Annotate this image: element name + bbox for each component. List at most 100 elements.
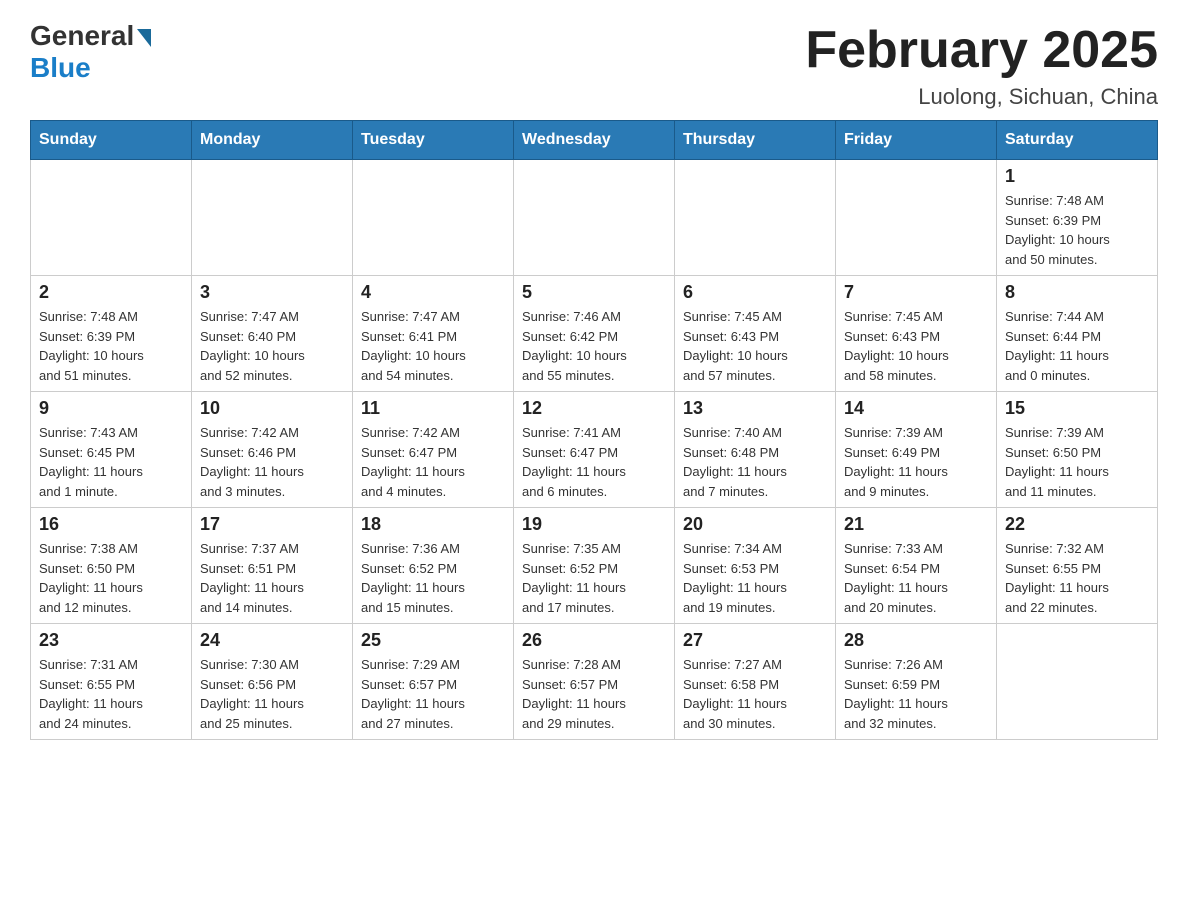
calendar-cell: 13 Sunrise: 7:40 AM Sunset: 6:48 PM Dayli… [675,392,836,508]
calendar-table: Sunday Monday Tuesday Wednesday Thursday… [30,120,1158,740]
header-wednesday: Wednesday [514,121,675,160]
day-info: Sunrise: 7:47 AM Sunset: 6:41 PM Dayligh… [361,307,505,385]
calendar-cell [836,160,997,276]
day-info: Sunrise: 7:34 AM Sunset: 6:53 PM Dayligh… [683,539,827,617]
day-number: 2 [39,282,183,303]
calendar-cell: 19 Sunrise: 7:35 AM Sunset: 6:52 PM Dayli… [514,508,675,624]
calendar-cell: 16 Sunrise: 7:38 AM Sunset: 6:50 PM Dayli… [31,508,192,624]
calendar-cell: 5 Sunrise: 7:46 AM Sunset: 6:42 PM Daylig… [514,276,675,392]
calendar-cell: 23Sunrise: 7:31 AM Sunset: 6:55 PM Dayli… [31,624,192,740]
calendar-cell [675,160,836,276]
day-info: Sunrise: 7:33 AM Sunset: 6:54 PM Dayligh… [844,539,988,617]
day-info: Sunrise: 7:48 AM Sunset: 6:39 PM Dayligh… [39,307,183,385]
calendar-cell: 2 Sunrise: 7:48 AM Sunset: 6:39 PM Daylig… [31,276,192,392]
calendar-week-5: 23Sunrise: 7:31 AM Sunset: 6:55 PM Dayli… [31,624,1158,740]
day-number: 9 [39,398,183,419]
day-headers-row: Sunday Monday Tuesday Wednesday Thursday… [31,121,1158,160]
day-number: 25 [361,630,505,651]
logo-top: General [30,20,151,52]
header-monday: Monday [192,121,353,160]
header-tuesday: Tuesday [353,121,514,160]
day-number: 22 [1005,514,1149,535]
calendar-cell: 1Sunrise: 7:48 AM Sunset: 6:39 PM Daylig… [997,160,1158,276]
calendar-week-1: 1Sunrise: 7:48 AM Sunset: 6:39 PM Daylig… [31,160,1158,276]
day-number: 18 [361,514,505,535]
header-sunday: Sunday [31,121,192,160]
logo-arrow-icon [137,29,151,47]
calendar-week-4: 16 Sunrise: 7:38 AM Sunset: 6:50 PM Dayli… [31,508,1158,624]
day-number: 11 [361,398,505,419]
day-info: Sunrise: 7:36 AM Sunset: 6:52 PM Dayligh… [361,539,505,617]
day-info: Sunrise: 7:32 AM Sunset: 6:55 PM Dayligh… [1005,539,1149,617]
calendar-cell: 26Sunrise: 7:28 AM Sunset: 6:57 PM Dayli… [514,624,675,740]
calendar-title: February 2025 [805,20,1158,80]
day-info: Sunrise: 7:42 AM Sunset: 6:46 PM Dayligh… [200,423,344,501]
calendar-cell: 22 Sunrise: 7:32 AM Sunset: 6:55 PM Dayli… [997,508,1158,624]
day-info: Sunrise: 7:39 AM Sunset: 6:50 PM Dayligh… [1005,423,1149,501]
day-info: Sunrise: 7:40 AM Sunset: 6:48 PM Dayligh… [683,423,827,501]
day-info: Sunrise: 7:45 AM Sunset: 6:43 PM Dayligh… [683,307,827,385]
day-info: Sunrise: 7:46 AM Sunset: 6:42 PM Dayligh… [522,307,666,385]
calendar-cell: 11 Sunrise: 7:42 AM Sunset: 6:47 PM Dayli… [353,392,514,508]
day-number: 3 [200,282,344,303]
day-number: 1 [1005,166,1149,187]
day-number: 17 [200,514,344,535]
logo: General Blue [30,20,151,84]
day-info: Sunrise: 7:43 AM Sunset: 6:45 PM Dayligh… [39,423,183,501]
calendar-cell: 28 Sunrise: 7:26 AM Sunset: 6:59 PM Dayli… [836,624,997,740]
day-number: 19 [522,514,666,535]
day-info: Sunrise: 7:39 AM Sunset: 6:49 PM Dayligh… [844,423,988,501]
day-number: 24 [200,630,344,651]
day-number: 13 [683,398,827,419]
day-info: Sunrise: 7:37 AM Sunset: 6:51 PM Dayligh… [200,539,344,617]
day-info: Sunrise: 7:45 AM Sunset: 6:43 PM Dayligh… [844,307,988,385]
calendar-header: Sunday Monday Tuesday Wednesday Thursday… [31,121,1158,160]
calendar-subtitle: Luolong, Sichuan, China [805,84,1158,110]
day-info: Sunrise: 7:30 AM Sunset: 6:56 PM Dayligh… [200,655,344,733]
logo-general-text: General [30,20,134,52]
day-number: 23 [39,630,183,651]
title-block: February 2025 Luolong, Sichuan, China [805,20,1158,110]
calendar-cell: 27Sunrise: 7:27 AM Sunset: 6:58 PM Dayli… [675,624,836,740]
calendar-week-2: 2 Sunrise: 7:48 AM Sunset: 6:39 PM Daylig… [31,276,1158,392]
day-info: Sunrise: 7:38 AM Sunset: 6:50 PM Dayligh… [39,539,183,617]
calendar-cell: 14 Sunrise: 7:39 AM Sunset: 6:49 PM Dayli… [836,392,997,508]
calendar-cell: 8Sunrise: 7:44 AM Sunset: 6:44 PM Daylig… [997,276,1158,392]
calendar-cell: 25Sunrise: 7:29 AM Sunset: 6:57 PM Dayli… [353,624,514,740]
calendar-cell: 24 Sunrise: 7:30 AM Sunset: 6:56 PM Dayli… [192,624,353,740]
calendar-cell: 18 Sunrise: 7:36 AM Sunset: 6:52 PM Dayli… [353,508,514,624]
day-number: 14 [844,398,988,419]
calendar-cell: 10 Sunrise: 7:42 AM Sunset: 6:46 PM Dayli… [192,392,353,508]
day-number: 10 [200,398,344,419]
logo-blue-text: Blue [30,52,91,84]
calendar-cell [514,160,675,276]
day-number: 4 [361,282,505,303]
header-saturday: Saturday [997,121,1158,160]
day-number: 6 [683,282,827,303]
day-number: 26 [522,630,666,651]
calendar-cell: 15Sunrise: 7:39 AM Sunset: 6:50 PM Dayli… [997,392,1158,508]
calendar-cell: 6 Sunrise: 7:45 AM Sunset: 6:43 PM Daylig… [675,276,836,392]
header-thursday: Thursday [675,121,836,160]
calendar-cell: 20 Sunrise: 7:34 AM Sunset: 6:53 PM Dayli… [675,508,836,624]
calendar-cell [192,160,353,276]
day-info: Sunrise: 7:26 AM Sunset: 6:59 PM Dayligh… [844,655,988,733]
calendar-cell [997,624,1158,740]
day-info: Sunrise: 7:42 AM Sunset: 6:47 PM Dayligh… [361,423,505,501]
day-number: 20 [683,514,827,535]
day-info: Sunrise: 7:47 AM Sunset: 6:40 PM Dayligh… [200,307,344,385]
day-number: 8 [1005,282,1149,303]
day-number: 28 [844,630,988,651]
day-number: 16 [39,514,183,535]
day-number: 12 [522,398,666,419]
calendar-cell: 7Sunrise: 7:45 AM Sunset: 6:43 PM Daylig… [836,276,997,392]
calendar-cell: 12Sunrise: 7:41 AM Sunset: 6:47 PM Dayli… [514,392,675,508]
calendar-cell [31,160,192,276]
calendar-week-3: 9 Sunrise: 7:43 AM Sunset: 6:45 PM Daylig… [31,392,1158,508]
header-friday: Friday [836,121,997,160]
calendar-cell: 21Sunrise: 7:33 AM Sunset: 6:54 PM Dayli… [836,508,997,624]
calendar-cell: 3 Sunrise: 7:47 AM Sunset: 6:40 PM Daylig… [192,276,353,392]
day-info: Sunrise: 7:35 AM Sunset: 6:52 PM Dayligh… [522,539,666,617]
day-number: 5 [522,282,666,303]
day-info: Sunrise: 7:27 AM Sunset: 6:58 PM Dayligh… [683,655,827,733]
